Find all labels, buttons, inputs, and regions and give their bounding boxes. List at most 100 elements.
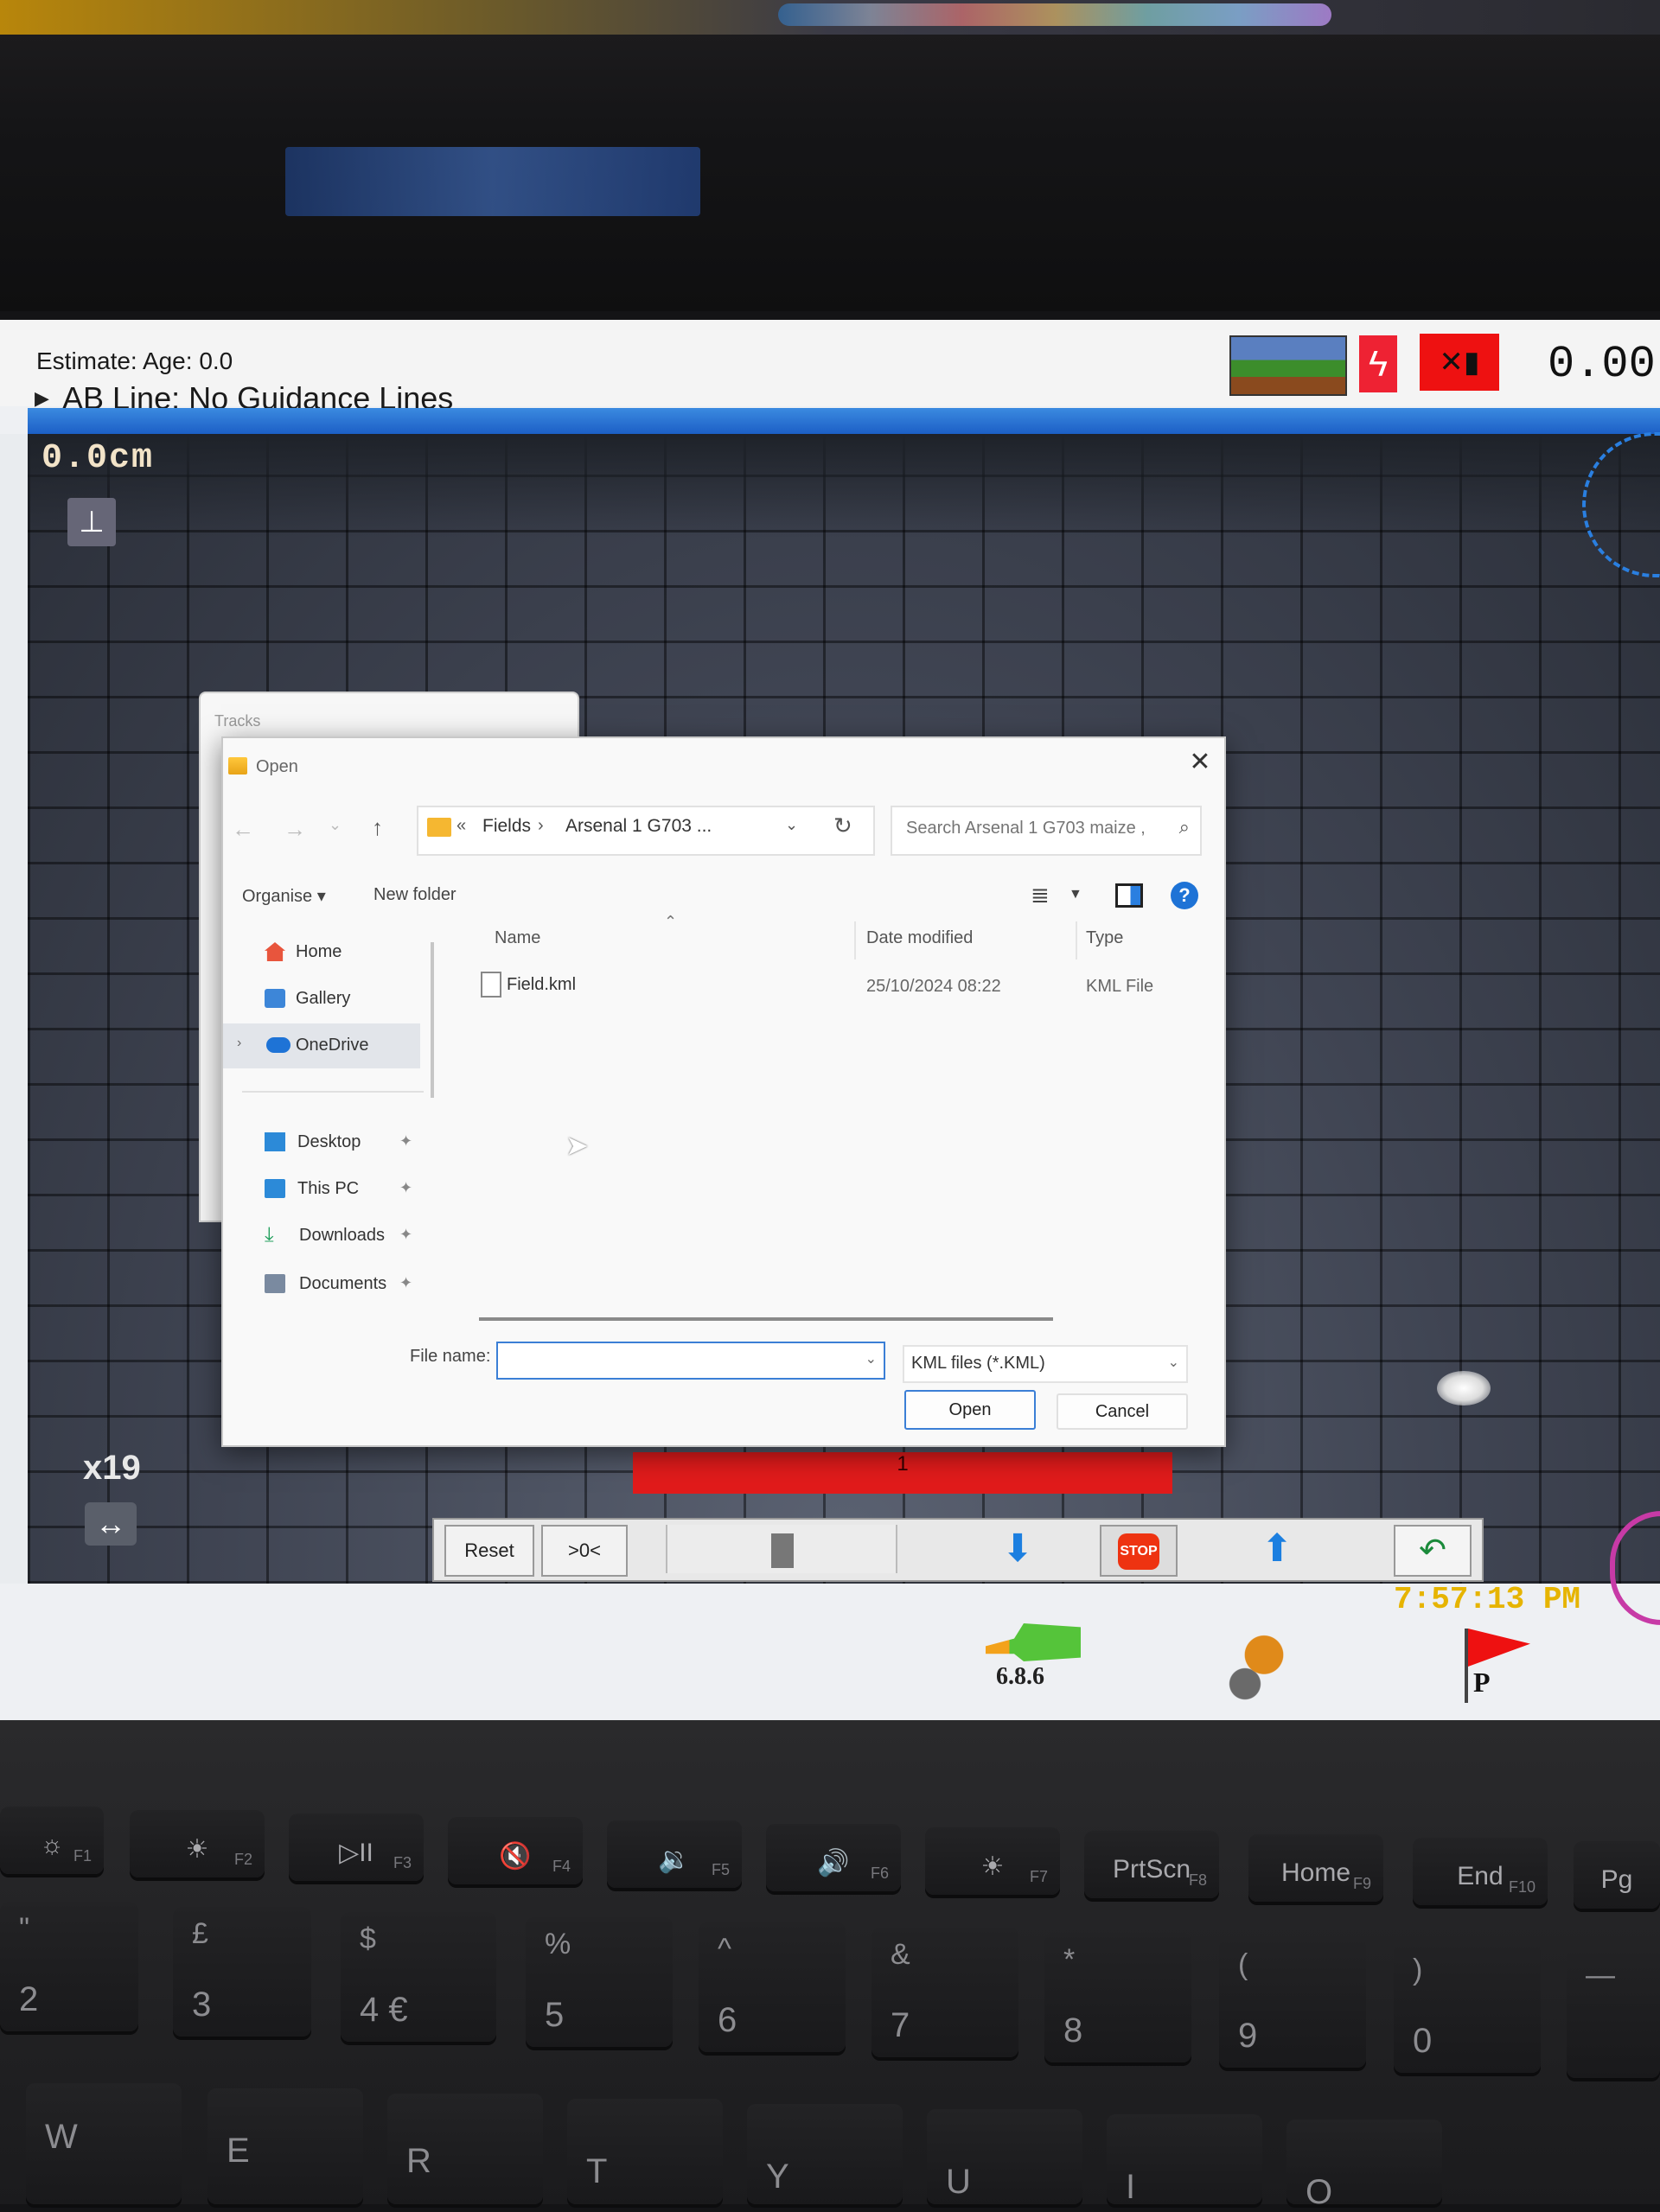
column-header-name[interactable]: Name xyxy=(495,928,540,948)
key-f7[interactable]: ☀ F7 xyxy=(925,1827,1060,1895)
file-row-name[interactable]: Field.kml xyxy=(507,975,576,995)
search-icon[interactable]: ⌕ xyxy=(1179,816,1190,838)
key-y[interactable]: Y xyxy=(747,2104,903,2204)
cancel-button[interactable]: Cancel xyxy=(1057,1393,1188,1430)
open-button[interactable]: Open xyxy=(904,1390,1036,1430)
key-f9[interactable]: Home F9 xyxy=(1248,1834,1383,1902)
preview-pane-icon[interactable] xyxy=(1115,883,1143,908)
pin-icon[interactable]: ✦ xyxy=(399,1226,412,1244)
breadcrumb-fields[interactable]: Fields xyxy=(482,816,531,837)
forward-arrow-icon[interactable]: → xyxy=(284,816,306,843)
key-f8[interactable]: PrtScn F8 xyxy=(1084,1831,1219,1898)
key-e[interactable]: E xyxy=(208,2088,363,2204)
key-t[interactable]: T xyxy=(567,2099,723,2204)
stop-button[interactable]: STOP xyxy=(1100,1525,1178,1577)
no-gps-signal-icon[interactable]: ✕▮ xyxy=(1420,334,1499,391)
key-f5[interactable]: 🔉 F5 xyxy=(607,1820,742,1888)
search-box[interactable]: ⌕ xyxy=(891,806,1202,856)
speed-readout: 0.00 xyxy=(1548,339,1656,390)
key-u[interactable]: U xyxy=(927,2109,1082,2204)
key-4[interactable]: $4 € xyxy=(341,1912,496,2042)
close-icon[interactable]: ✕ xyxy=(1183,745,1217,780)
horizontal-arrows-icon[interactable]: ↔ xyxy=(85,1502,137,1546)
sidebar-item-downloads[interactable]: Downloads xyxy=(299,1226,385,1246)
key-i[interactable]: I xyxy=(1107,2114,1262,2206)
key-f3[interactable]: ▷II F3 xyxy=(289,1814,424,1881)
file-row-date[interactable]: 25/10/2024 08:22 xyxy=(866,977,1001,997)
chevron-down-icon[interactable]: ⌄ xyxy=(785,816,798,834)
key-6[interactable]: ^ 6 xyxy=(699,1922,846,2052)
column-divider[interactable] xyxy=(1076,921,1077,959)
chevron-right-icon[interactable]: › xyxy=(237,1036,241,1051)
help-icon[interactable]: ? xyxy=(1171,882,1198,909)
breadcrumb-current[interactable]: Arsenal 1 G703 ... xyxy=(565,816,712,837)
center-button[interactable]: >0< xyxy=(541,1525,628,1577)
chevron-down-icon[interactable]: ▼ xyxy=(1069,887,1082,902)
key-5[interactable]: % 5 xyxy=(526,1917,673,2047)
u-turn-icon[interactable]: ↶ xyxy=(1394,1525,1472,1577)
tractor-uturn-icon[interactable] xyxy=(1207,1622,1302,1705)
chevron-down-icon[interactable]: ⌄ xyxy=(1168,1354,1179,1371)
slider-knob[interactable] xyxy=(771,1533,794,1568)
column-divider[interactable] xyxy=(854,921,856,959)
sidebar-scrollbar[interactable] xyxy=(431,942,434,1098)
sidebar-item-gallery[interactable]: Gallery xyxy=(296,989,350,1009)
key-f4[interactable]: 🔇 F4 xyxy=(448,1817,583,1884)
chevron-down-icon[interactable]: ⌄ xyxy=(865,1350,877,1367)
file-name-combobox[interactable]: ⌄ xyxy=(496,1342,885,1380)
sidebar-item-onedrive[interactable]: OneDrive xyxy=(296,1036,368,1055)
key-2[interactable]: " 2 xyxy=(0,1902,138,2031)
reset-button[interactable]: Reset xyxy=(444,1525,534,1577)
ab-line-arrow-icon[interactable]: ▶ xyxy=(35,387,49,410)
organise-button[interactable]: Organise ▾ xyxy=(242,885,326,907)
field-landscape-icon[interactable] xyxy=(1229,335,1347,396)
file-row-type[interactable]: KML File xyxy=(1086,977,1153,997)
key-char: R xyxy=(406,2142,431,2180)
recent-locations-chevron-icon[interactable]: ⌄ xyxy=(329,816,342,834)
arrow-up-icon[interactable]: ⬆ xyxy=(1247,1525,1307,1573)
key-minus[interactable]: — xyxy=(1567,1948,1660,2078)
refresh-icon[interactable]: ↻ xyxy=(833,813,852,839)
key-9[interactable]: (9 xyxy=(1219,1938,1366,2068)
pin-icon[interactable]: ✦ xyxy=(399,1179,412,1197)
documents-icon xyxy=(265,1274,285,1293)
key-pgup[interactable]: Pg xyxy=(1574,1841,1660,1909)
key-f1[interactable]: ☼ F1 xyxy=(0,1807,104,1874)
key-char: U xyxy=(946,2163,971,2201)
key-f2[interactable]: ☀ F2 xyxy=(130,1810,265,1877)
key-r[interactable]: R xyxy=(387,2094,543,2204)
view-list-icon[interactable]: ≣ xyxy=(1031,882,1050,908)
key-f6[interactable]: 🔊 F6 xyxy=(766,1824,901,1891)
file-icon[interactable] xyxy=(481,972,501,998)
sidebar-item-home[interactable]: Home xyxy=(296,942,342,962)
horizontal-scrollbar[interactable] xyxy=(479,1317,1053,1321)
column-header-type[interactable]: Type xyxy=(1086,928,1123,948)
key-f10[interactable]: End F10 xyxy=(1413,1838,1548,1905)
file-type-filter[interactable]: KML files (*.KML) ⌄ xyxy=(903,1345,1188,1383)
arrow-down-icon[interactable]: ⬇ xyxy=(987,1525,1048,1573)
red-flag-icon[interactable] xyxy=(1465,1629,1468,1703)
back-arrow-icon[interactable]: ← xyxy=(232,816,254,843)
key-3[interactable]: £3 xyxy=(173,1907,311,2037)
new-folder-button[interactable]: New folder xyxy=(374,885,456,905)
sidebar-item-documents[interactable]: Documents xyxy=(299,1274,386,1294)
sidebar-item-desktop[interactable]: Desktop xyxy=(297,1132,361,1152)
breadcrumb-overflow[interactable]: « xyxy=(456,816,466,836)
file-name-input[interactable] xyxy=(505,1348,854,1370)
key-7[interactable]: & 7 xyxy=(872,1928,1018,2057)
column-header-date[interactable]: Date modified xyxy=(866,928,973,948)
tool-offset-icon[interactable]: ⊥ xyxy=(67,498,116,546)
key-char: 3 xyxy=(192,1986,212,2024)
key-o[interactable]: O xyxy=(1286,2120,1442,2211)
pin-icon[interactable]: ✦ xyxy=(399,1274,412,1292)
lightning-icon[interactable]: ϟ xyxy=(1359,335,1397,392)
nudge-slider[interactable] xyxy=(666,1525,897,1573)
search-input[interactable] xyxy=(904,818,1167,839)
section-red-bar[interactable]: 1 xyxy=(633,1452,1172,1494)
up-arrow-icon[interactable]: ↑ xyxy=(372,814,383,841)
key-w[interactable]: W xyxy=(26,2083,182,2204)
pin-icon[interactable]: ✦ xyxy=(399,1132,412,1151)
sidebar-item-this-pc[interactable]: This PC xyxy=(297,1179,359,1199)
key-8[interactable]: * 8 xyxy=(1044,1933,1191,2062)
key-0[interactable]: ) 0 xyxy=(1394,1943,1541,2073)
